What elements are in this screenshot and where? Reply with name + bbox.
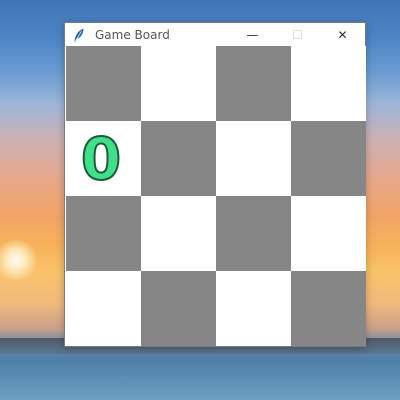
board-cell[interactable] — [141, 46, 216, 121]
board-cell[interactable] — [216, 271, 291, 346]
board-cell[interactable] — [66, 271, 141, 346]
board-cell[interactable] — [216, 121, 291, 196]
board-cell[interactable] — [66, 46, 141, 121]
window-title: Game Board — [95, 27, 170, 42]
board-cell[interactable] — [141, 196, 216, 271]
close-button[interactable]: ✕ — [320, 23, 365, 46]
board-cell[interactable] — [291, 271, 366, 346]
close-icon: ✕ — [337, 27, 348, 42]
maximize-icon: ☐ — [292, 27, 303, 42]
board-cell[interactable] — [291, 196, 366, 271]
title-bar[interactable]: Game Board — ☐ ✕ — [65, 23, 365, 46]
game-board-window: Game Board — ☐ ✕ 0 — [64, 22, 366, 347]
game-board: 0 — [66, 46, 366, 346]
board-cell[interactable] — [141, 121, 216, 196]
board-cell[interactable]: 0 — [66, 121, 141, 196]
board-cell[interactable] — [216, 46, 291, 121]
board-cell[interactable] — [291, 121, 366, 196]
board-cell[interactable] — [216, 196, 291, 271]
board-cell[interactable] — [141, 271, 216, 346]
board-cell[interactable] — [66, 196, 141, 271]
window-controls: — ☐ ✕ — [230, 23, 365, 46]
sun — [0, 238, 38, 282]
feather-icon — [71, 27, 87, 43]
board-cell[interactable] — [291, 46, 366, 121]
game-piece[interactable]: 0 — [66, 121, 141, 196]
minimize-button[interactable]: — — [230, 23, 275, 46]
minimize-icon: — — [246, 27, 259, 42]
maximize-button[interactable]: ☐ — [275, 23, 320, 46]
piece-label: 0 — [81, 125, 121, 193]
